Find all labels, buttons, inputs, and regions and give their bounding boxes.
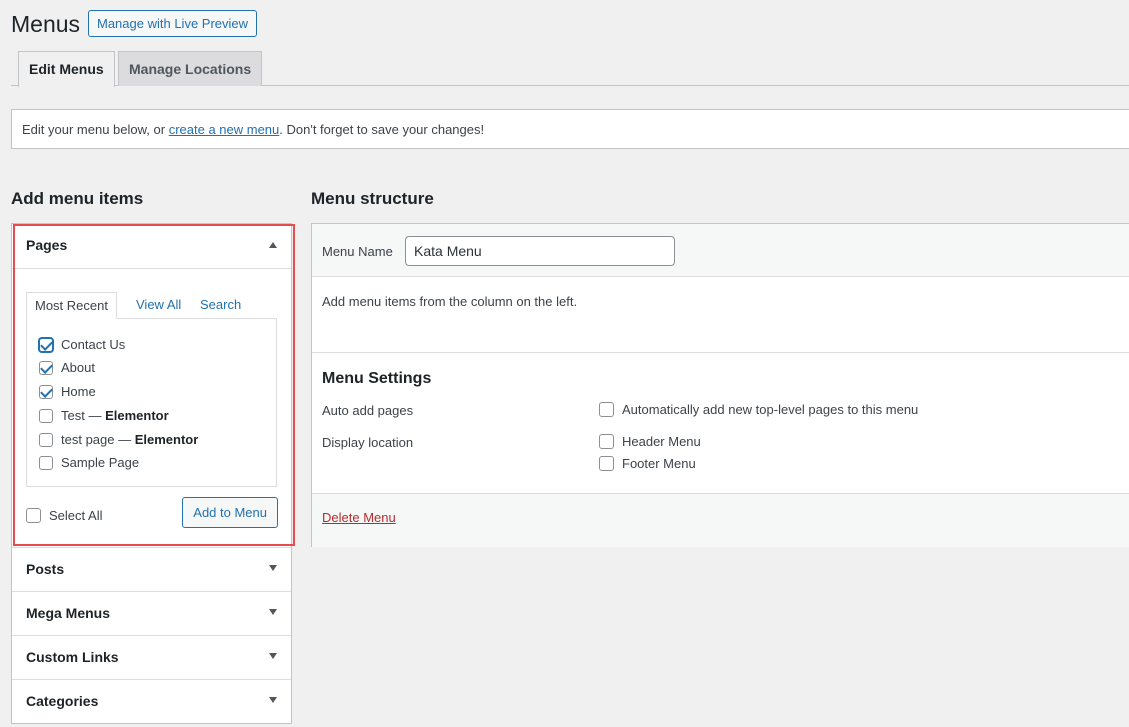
create-new-menu-link[interactable]: create a new menu bbox=[169, 122, 280, 137]
add-menu-items-title: Add menu items bbox=[11, 189, 144, 208]
page-title: Menus bbox=[11, 11, 81, 37]
add-menu-items-accordion: Pages Most Recent View All Search Contac… bbox=[11, 223, 292, 724]
select-all-label: Select All bbox=[49, 508, 103, 523]
collapse-arrow-icon[interactable] bbox=[269, 242, 277, 248]
checkbox-home[interactable] bbox=[39, 384, 53, 399]
page-label: Sample Page bbox=[61, 455, 140, 470]
manage-live-preview-button[interactable]: Manage with Live Preview bbox=[88, 10, 258, 37]
pages-panel-header[interactable]: Pages bbox=[12, 224, 291, 269]
list-item[interactable]: Sample Page bbox=[39, 453, 139, 473]
list-item[interactable]: About bbox=[39, 358, 95, 378]
tab-view-all[interactable]: View All bbox=[136, 292, 181, 318]
page-label: Contact Us bbox=[61, 337, 126, 352]
posts-section-title: Posts bbox=[26, 561, 65, 577]
page-label: test page — bbox=[61, 432, 135, 447]
auto-add-option[interactable]: Automatically add new top-level pages to… bbox=[599, 402, 918, 418]
auto-add-checkbox[interactable] bbox=[599, 402, 614, 418]
expand-arrow-icon[interactable] bbox=[269, 609, 277, 615]
select-all-checkbox[interactable] bbox=[26, 508, 41, 524]
pages-checklist: Contact Us About Home Test — Elementor t… bbox=[26, 318, 277, 487]
menu-structure-title: Menu structure bbox=[311, 189, 434, 208]
categories-section[interactable]: Categories bbox=[12, 679, 291, 723]
tab-most-recent[interactable]: Most Recent bbox=[26, 292, 117, 319]
list-item[interactable]: Home bbox=[39, 382, 96, 402]
checkbox-about[interactable] bbox=[39, 360, 53, 375]
mega-menus-section[interactable]: Mega Menus bbox=[12, 591, 291, 635]
notice-text-after: . Don't forget to save your changes! bbox=[279, 122, 485, 137]
footer-menu-label: Footer Menu bbox=[622, 456, 696, 471]
list-item[interactable]: Test — Elementor bbox=[39, 406, 169, 426]
add-to-menu-button[interactable]: Add to Menu bbox=[182, 497, 278, 528]
mega-menus-section-title: Mega Menus bbox=[26, 605, 111, 621]
menu-structure-box: Menu Name Kata Menu Add menu items from … bbox=[311, 223, 1129, 547]
divider bbox=[312, 352, 1129, 353]
select-all[interactable]: Select All bbox=[26, 506, 102, 526]
tab-search[interactable]: Search bbox=[200, 292, 241, 318]
categories-section-title: Categories bbox=[26, 693, 99, 709]
auto-add-option-label: Automatically add new top-level pages to… bbox=[622, 402, 919, 417]
edit-notice: Edit your menu below, or create a new me… bbox=[11, 109, 1129, 149]
page-label: Home bbox=[61, 384, 96, 399]
display-location-label: Display location bbox=[322, 435, 414, 450]
delete-menu-link[interactable]: Delete Menu bbox=[322, 510, 396, 525]
tab-edit-menus[interactable]: Edit Menus bbox=[18, 51, 115, 87]
custom-links-section-title: Custom Links bbox=[26, 649, 119, 665]
notice-text-before: Edit your menu below, or bbox=[22, 122, 169, 137]
expand-arrow-icon[interactable] bbox=[269, 653, 277, 659]
menu-footer: Delete Menu bbox=[312, 493, 1129, 547]
checkbox-sample-page[interactable] bbox=[39, 455, 53, 470]
checkbox-test-page[interactable] bbox=[39, 432, 53, 447]
checkbox-test[interactable] bbox=[39, 408, 53, 423]
page-label: About bbox=[61, 360, 95, 375]
checkbox-contact-us[interactable] bbox=[39, 337, 53, 352]
list-item[interactable]: test page — Elementor bbox=[39, 430, 198, 450]
menu-instructions: Add menu items from the column on the le… bbox=[322, 294, 578, 309]
page-builder-label: Elementor bbox=[105, 408, 169, 423]
header-menu-checkbox[interactable] bbox=[599, 434, 614, 450]
expand-arrow-icon[interactable] bbox=[269, 697, 277, 703]
list-item[interactable]: Contact Us bbox=[39, 335, 125, 355]
location-header-menu[interactable]: Header Menu bbox=[599, 434, 701, 450]
menu-settings-title: Menu Settings bbox=[322, 370, 432, 387]
pages-panel: Pages Most Recent View All Search Contac… bbox=[12, 224, 291, 547]
header-menu-label: Header Menu bbox=[622, 434, 701, 449]
menu-header: Menu Name Kata Menu bbox=[312, 224, 1129, 277]
expand-arrow-icon[interactable] bbox=[269, 565, 277, 571]
pages-panel-title: Pages bbox=[26, 237, 68, 253]
page-label: Test — bbox=[61, 408, 106, 423]
menu-name-label: Menu Name bbox=[322, 244, 393, 259]
tab-manage-locations[interactable]: Manage Locations bbox=[118, 51, 263, 86]
posts-section[interactable]: Posts bbox=[12, 547, 291, 591]
auto-add-pages-label: Auto add pages bbox=[322, 403, 414, 418]
menu-name-input[interactable]: Kata Menu bbox=[405, 236, 675, 266]
page-builder-label: Elementor bbox=[134, 432, 199, 447]
location-footer-menu[interactable]: Footer Menu bbox=[599, 456, 696, 472]
footer-menu-checkbox[interactable] bbox=[599, 456, 614, 472]
custom-links-section[interactable]: Custom Links bbox=[12, 635, 291, 679]
